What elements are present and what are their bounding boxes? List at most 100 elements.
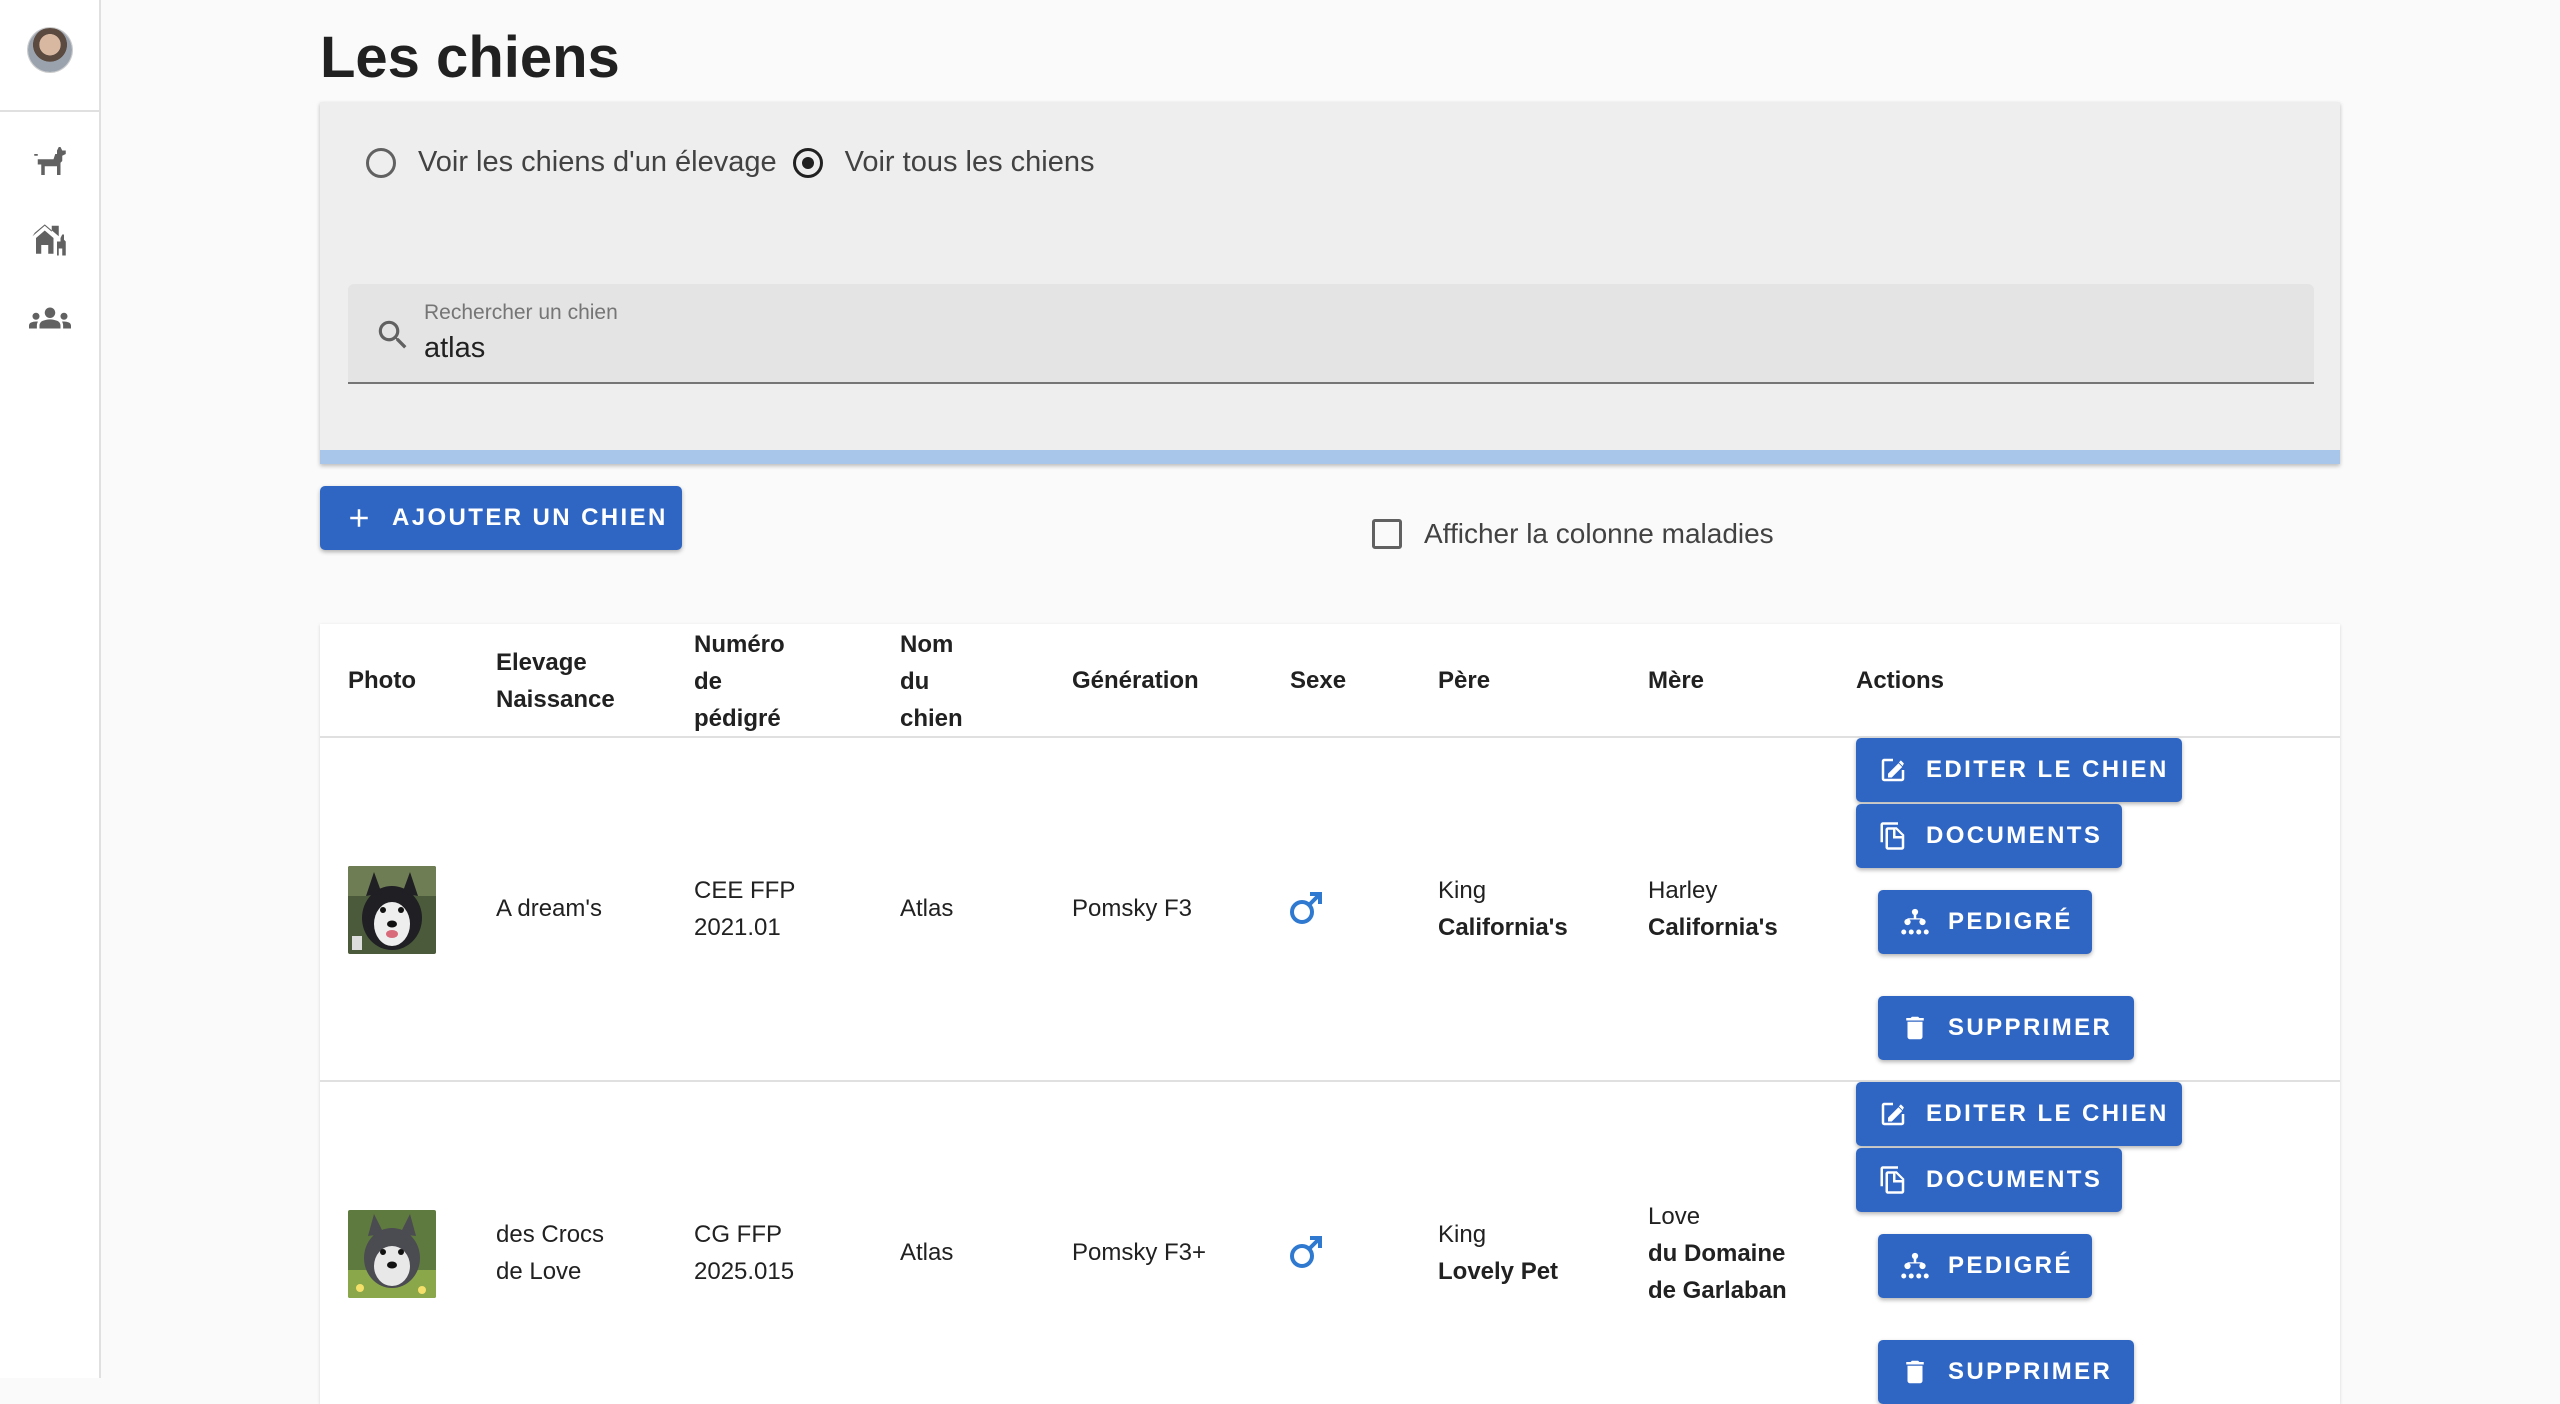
dog-photo-image — [348, 1210, 436, 1298]
mere-l1: Harley — [1648, 877, 1718, 904]
scope-radio-group: Voir les chiens d'un élevage Voir tous l… — [366, 146, 1110, 179]
documents-button[interactable]: Documents — [1856, 1148, 2122, 1212]
add-dog-label: Ajouter un chien — [392, 504, 668, 531]
dog-photo[interactable] — [348, 1210, 436, 1298]
male-icon — [1286, 1232, 1326, 1272]
delete-label: Supprimer — [1948, 1358, 2113, 1385]
header-generation: Génération — [1072, 667, 1199, 694]
pere-l2: California's — [1438, 909, 1568, 946]
elevage-l1: des Crocs — [496, 1221, 605, 1248]
numero-l2: 2025.015 — [694, 1258, 795, 1285]
sidebar-item-dogs[interactable] — [26, 137, 74, 185]
sidebar — [0, 0, 101, 1378]
pere-cell: King Lovely Pet — [1438, 1216, 1558, 1290]
male-icon — [1286, 888, 1326, 928]
search-label: Rechercher un chien — [424, 301, 618, 324]
edit-icon — [1881, 758, 1905, 782]
pedigree-icon — [1901, 908, 1929, 935]
delete-button[interactable]: Supprimer — [1878, 996, 2134, 1060]
delete-label: Supprimer — [1948, 1014, 2113, 1041]
header-sexe: Sexe — [1290, 667, 1347, 694]
documents-icon — [1880, 1166, 1905, 1194]
radio-kennel-dogs[interactable]: Voir les chiens d'un élevage — [366, 146, 777, 179]
elevage-l1: A dream's — [496, 895, 602, 922]
add-dog-button[interactable]: Ajouter un chien — [320, 486, 682, 550]
numero-l2: 2021.01 — [694, 914, 781, 941]
mere-kennel: du Domaine — [1648, 1240, 1786, 1267]
mere-l2: California's — [1648, 909, 1778, 946]
sidebar-item-people[interactable] — [26, 294, 74, 342]
header-elevage-l2: Naissance — [496, 686, 615, 713]
radio-kennel-label: Voir les chiens d'un élevage — [418, 146, 777, 178]
dog-photo[interactable] — [348, 866, 436, 954]
numero-l1: CG FFP — [694, 1221, 782, 1248]
edit-dog-button[interactable]: Editer le chien — [1856, 1082, 2182, 1146]
trash-icon — [1906, 1016, 1924, 1040]
header-numero-l3: pédigré — [694, 705, 781, 732]
mere-l3: de Garlaban — [1648, 1272, 1787, 1309]
page-title: Les chiens — [320, 25, 620, 90]
pere-l1: King — [1438, 1221, 1487, 1248]
edit-icon — [1881, 1102, 1905, 1126]
pere-cell: King California's — [1438, 872, 1568, 946]
elevage-cell: des Crocs de Love — [496, 1216, 604, 1290]
generation-cell: Pomsky F3 — [1072, 895, 1193, 922]
numero-cell: CG FFP 2025.015 — [694, 1216, 794, 1290]
radio-kennel-circle[interactable] — [366, 147, 396, 178]
header-numero: Numéro de pédigré — [694, 626, 785, 737]
show-diseases-checkbox[interactable] — [1372, 519, 1402, 549]
delete-button[interactable]: Supprimer — [1878, 1340, 2134, 1404]
pere-l1: King — [1438, 877, 1487, 904]
header-pere: Père — [1438, 667, 1491, 694]
edit-dog-button[interactable]: Editer le chien — [1856, 738, 2182, 802]
nom-cell: Atlas — [900, 895, 954, 922]
pere-kennel: California's — [1438, 914, 1568, 941]
header-elevage-l1: Elevage — [496, 649, 587, 676]
loading-bar — [320, 450, 2340, 464]
header-nom-l1: Nom — [900, 631, 954, 658]
trash-icon — [1906, 1360, 1924, 1384]
pedigree-label: Pedigré — [1948, 1252, 2073, 1279]
header-elevage: Elevage Naissance — [496, 644, 615, 718]
radio-all-circle[interactable] — [792, 147, 823, 178]
mere-l2: du Domaine — [1648, 1235, 1787, 1272]
search-icon — [378, 320, 407, 349]
generation-cell: Pomsky F3+ — [1072, 1239, 1207, 1266]
mere-l1: Love — [1648, 1203, 1701, 1230]
dogs-table: Photo Elevage Naissance Numéro de pédigr… — [320, 624, 2340, 1404]
pedigree-button[interactable]: Pedigré — [1878, 1234, 2092, 1298]
filter-panel: Voir les chiens d'un élevage Voir tous l… — [320, 102, 2340, 464]
plus-icon — [350, 509, 368, 527]
show-diseases-toggle[interactable]: Afficher la colonne maladies — [1372, 518, 1774, 550]
pedigree-icon — [1901, 1252, 1929, 1279]
header-photo: Photo — [348, 667, 416, 694]
numero-cell: CEE FFP 2021.01 — [694, 872, 795, 946]
elevage-l2: de Love — [496, 1258, 582, 1285]
dog-photo-image — [348, 866, 436, 954]
sidebar-divider — [0, 110, 99, 112]
search-field[interactable]: Rechercher un chien — [348, 284, 2314, 384]
numero-l1: CEE FFP — [694, 877, 796, 904]
pere-l2: Lovely Pet — [1438, 1253, 1558, 1290]
header-mere: Mère — [1648, 667, 1705, 694]
show-diseases-label: Afficher la colonne maladies — [1424, 518, 1774, 549]
elevage-cell: A dream's — [496, 890, 602, 927]
radio-all-label: Voir tous les chiens — [844, 146, 1095, 178]
mere-kennel: California's — [1648, 914, 1778, 941]
mere-cell: Harley California's — [1648, 872, 1778, 946]
mere-kennel-l2: de Garlaban — [1648, 1277, 1787, 1304]
user-avatar[interactable] — [28, 28, 72, 72]
header-numero-l1: Numéro — [694, 631, 785, 658]
mere-cell: Love du Domaine de Garlaban — [1648, 1198, 1787, 1309]
sidebar-item-kennels[interactable] — [26, 214, 74, 262]
pedigree-label: Pedigré — [1948, 908, 2073, 935]
search-input[interactable] — [424, 328, 2274, 368]
documents-button[interactable]: Documents — [1856, 804, 2122, 868]
pere-kennel: Lovely Pet — [1438, 1258, 1559, 1285]
kennel-icon — [32, 224, 66, 256]
pedigree-button[interactable]: Pedigré — [1878, 890, 2092, 954]
edit-dog-label: Editer le chien — [1926, 1100, 2169, 1127]
radio-all-dogs[interactable]: Voir tous les chiens — [792, 146, 1095, 179]
header-nom-l3: chien — [900, 705, 963, 732]
header-nom: Nom du chien — [900, 626, 963, 737]
